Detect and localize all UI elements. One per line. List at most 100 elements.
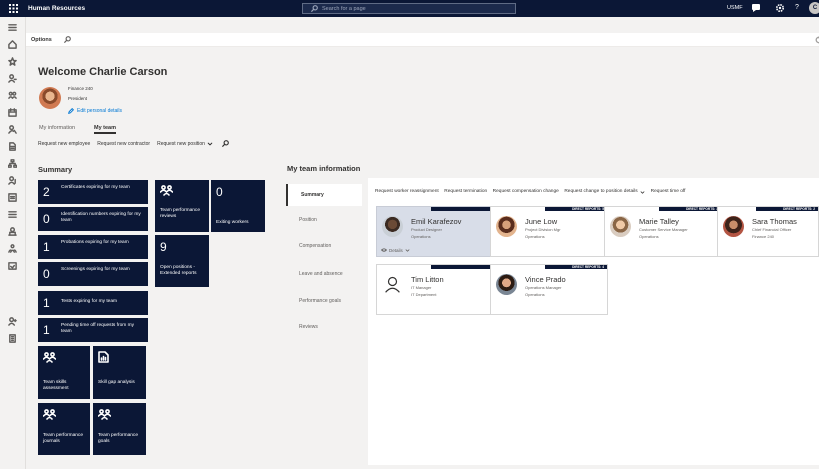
team-member-card-june-low[interactable]: DIRECT REPORTS: 5 June Low Project Divis… (490, 206, 608, 257)
tile-label: Team skills assessment (43, 380, 69, 391)
vtab-reviews[interactable]: Reviews (286, 324, 362, 330)
company-picker[interactable]: USMF (727, 5, 743, 11)
refresh-icon[interactable] (815, 36, 819, 44)
badge-icon[interactable] (8, 193, 17, 202)
request-new-position-button[interactable]: Request new position (157, 141, 205, 147)
tests-expiring-tile[interactable]: 1 Tests expiring for my team (38, 291, 148, 315)
chat-icon[interactable] (751, 3, 761, 13)
direct-reports-badge: DIRECT REPORTS: 4 (545, 265, 607, 269)
profile-photo (39, 87, 61, 109)
edit-personal-details-link[interactable]: Edit personal details (68, 108, 122, 114)
tile-label: Certificates expiring for my team (61, 185, 130, 190)
person-search-icon[interactable] (8, 125, 17, 134)
request-worker-reassignment-button[interactable]: Request worker reassignment (375, 189, 439, 195)
org-chart-icon[interactable] (8, 159, 17, 168)
probations-expiring-tile[interactable]: 1 Probations expiring for my team (38, 235, 148, 259)
tile-label: Team performance goals (98, 433, 138, 444)
vtab-position[interactable]: Position (286, 217, 362, 223)
member-department: Finance 240 (752, 234, 775, 239)
tab-my-information[interactable]: My information (39, 125, 75, 131)
favorites-icon[interactable] (8, 57, 17, 66)
team-member-card-emil-karafezov[interactable]: Emil Karafezov Product Designer Operatio… (376, 206, 494, 257)
team-skills-assessment-tile[interactable]: Team skills assessment (38, 346, 90, 399)
exiting-workers-tile[interactable]: 0 Exiting workers (211, 180, 265, 232)
member-department: Operations (411, 234, 431, 239)
vtab-compensation[interactable]: Compensation (286, 243, 362, 249)
chevron-down-icon (405, 248, 410, 252)
certificates-expiring-tile[interactable]: 2 Certificates expiring for my team (38, 180, 148, 204)
action-pane: Options (26, 33, 819, 47)
pending-time-off-tile[interactable]: 1 Pending time off requests from my team (38, 318, 148, 342)
member-department: Operations (639, 234, 659, 239)
team-performance-reviews-tile[interactable]: Team performance reviews (155, 180, 209, 232)
team-performance-journals-tile[interactable]: Team performance journals (38, 403, 90, 455)
search-placeholder: Search for a page (322, 5, 366, 12)
request-termination-button[interactable]: Request termination (444, 189, 487, 195)
member-name: Tim Litton (411, 275, 444, 284)
benefits-icon[interactable] (8, 227, 17, 236)
calendar-icon[interactable] (8, 108, 17, 117)
skill-gap-analysis-tile[interactable]: Skill gap analysis (93, 346, 146, 399)
member-title: Operations Manager (525, 285, 562, 290)
screenings-expiring-tile[interactable]: 0 Screenings expiring for my team (38, 262, 148, 286)
home-icon[interactable] (8, 40, 17, 49)
options-menu[interactable]: Options (31, 37, 52, 43)
app-launcher-icon[interactable] (0, 0, 26, 17)
modules-list-icon[interactable] (8, 210, 17, 219)
document-icon[interactable] (8, 142, 17, 151)
tile-label: Exiting workers (216, 220, 249, 225)
settings-gear-icon[interactable] (775, 3, 785, 13)
member-name: Sara Thomas (752, 217, 797, 226)
building-icon[interactable] (8, 334, 17, 343)
people-group-icon[interactable] (8, 91, 17, 100)
vtab-summary[interactable]: Summary (286, 184, 362, 206)
page-search-input[interactable]: Search for a page (302, 3, 516, 14)
team-member-card-tim-litton[interactable]: Tim Litton IT Manager IT Department (376, 264, 494, 315)
team-performance-goals-tile[interactable]: Team performance goals (93, 403, 146, 455)
team-member-card-vince-prado[interactable]: DIRECT REPORTS: 4 Vince Prado Operations… (490, 264, 608, 315)
open-positions-tile[interactable]: 9 Open positions - Extended reports (155, 235, 209, 287)
chevron-down-icon[interactable] (207, 141, 213, 147)
member-department: IT Department (411, 292, 437, 297)
manager-icon[interactable] (8, 317, 17, 326)
team-info-heading: My team information (287, 164, 361, 173)
member-title: Product Designer (411, 227, 442, 232)
direct-reports-badge: DIRECT REPORTS: 5 (545, 207, 607, 211)
people-icon (43, 409, 56, 420)
request-new-employee-button[interactable]: Request new employee (38, 141, 90, 147)
eye-icon (381, 248, 387, 252)
chevron-down-icon[interactable] (640, 190, 645, 195)
team-icon[interactable] (8, 244, 17, 253)
tile-label: Screenings expiring for my team (61, 267, 130, 272)
member-name: Emil Karafezov (411, 217, 462, 226)
person-tile-icon[interactable] (8, 74, 17, 83)
people-icon (160, 185, 173, 196)
member-photo (610, 216, 631, 237)
tile-label: Tests expiring for my team (61, 299, 117, 304)
request-new-contractor-button[interactable]: Request new contractor (97, 141, 150, 147)
hamburger-menu-icon[interactable] (8, 23, 17, 32)
vtab-performance-goals[interactable]: Performance goals (286, 298, 362, 304)
direct-reports-badge: DIRECT REPORTS: 2 (756, 207, 818, 211)
recruiting-icon[interactable] (8, 176, 17, 185)
tab-my-team[interactable]: My team (94, 125, 117, 134)
team-member-card-sara-thomas[interactable]: DIRECT REPORTS: 2 Sara Thomas Chief Fina… (717, 206, 819, 257)
request-position-change-button[interactable]: Request change to position details (564, 189, 637, 195)
options-search-icon[interactable] (64, 36, 71, 43)
command-search-icon[interactable] (222, 140, 229, 147)
member-photo (382, 216, 403, 237)
vtab-leave-and-absence[interactable]: Leave and absence (286, 271, 362, 277)
app-title[interactable]: Human Resources (28, 5, 85, 12)
member-name: Marie Talley (639, 217, 679, 226)
request-time-off-button[interactable]: Request time off (651, 189, 686, 195)
details-toggle[interactable]: Details (381, 247, 410, 253)
tile-count: 2 (43, 185, 50, 199)
user-avatar[interactable]: C (809, 2, 819, 14)
help-icon[interactable]: ? (795, 4, 799, 11)
request-compensation-change-button[interactable]: Request compensation change (493, 189, 559, 195)
team-member-card-marie-talley[interactable]: DIRECT REPORTS: 3 Marie Talley Customer … (604, 206, 722, 257)
identification-expiring-tile[interactable]: 0 Identification numbers expiring for my… (38, 207, 148, 231)
time-off-icon[interactable] (8, 261, 17, 270)
tile-label: Team performance reviews (160, 208, 200, 219)
tile-count: 0 (216, 185, 223, 199)
